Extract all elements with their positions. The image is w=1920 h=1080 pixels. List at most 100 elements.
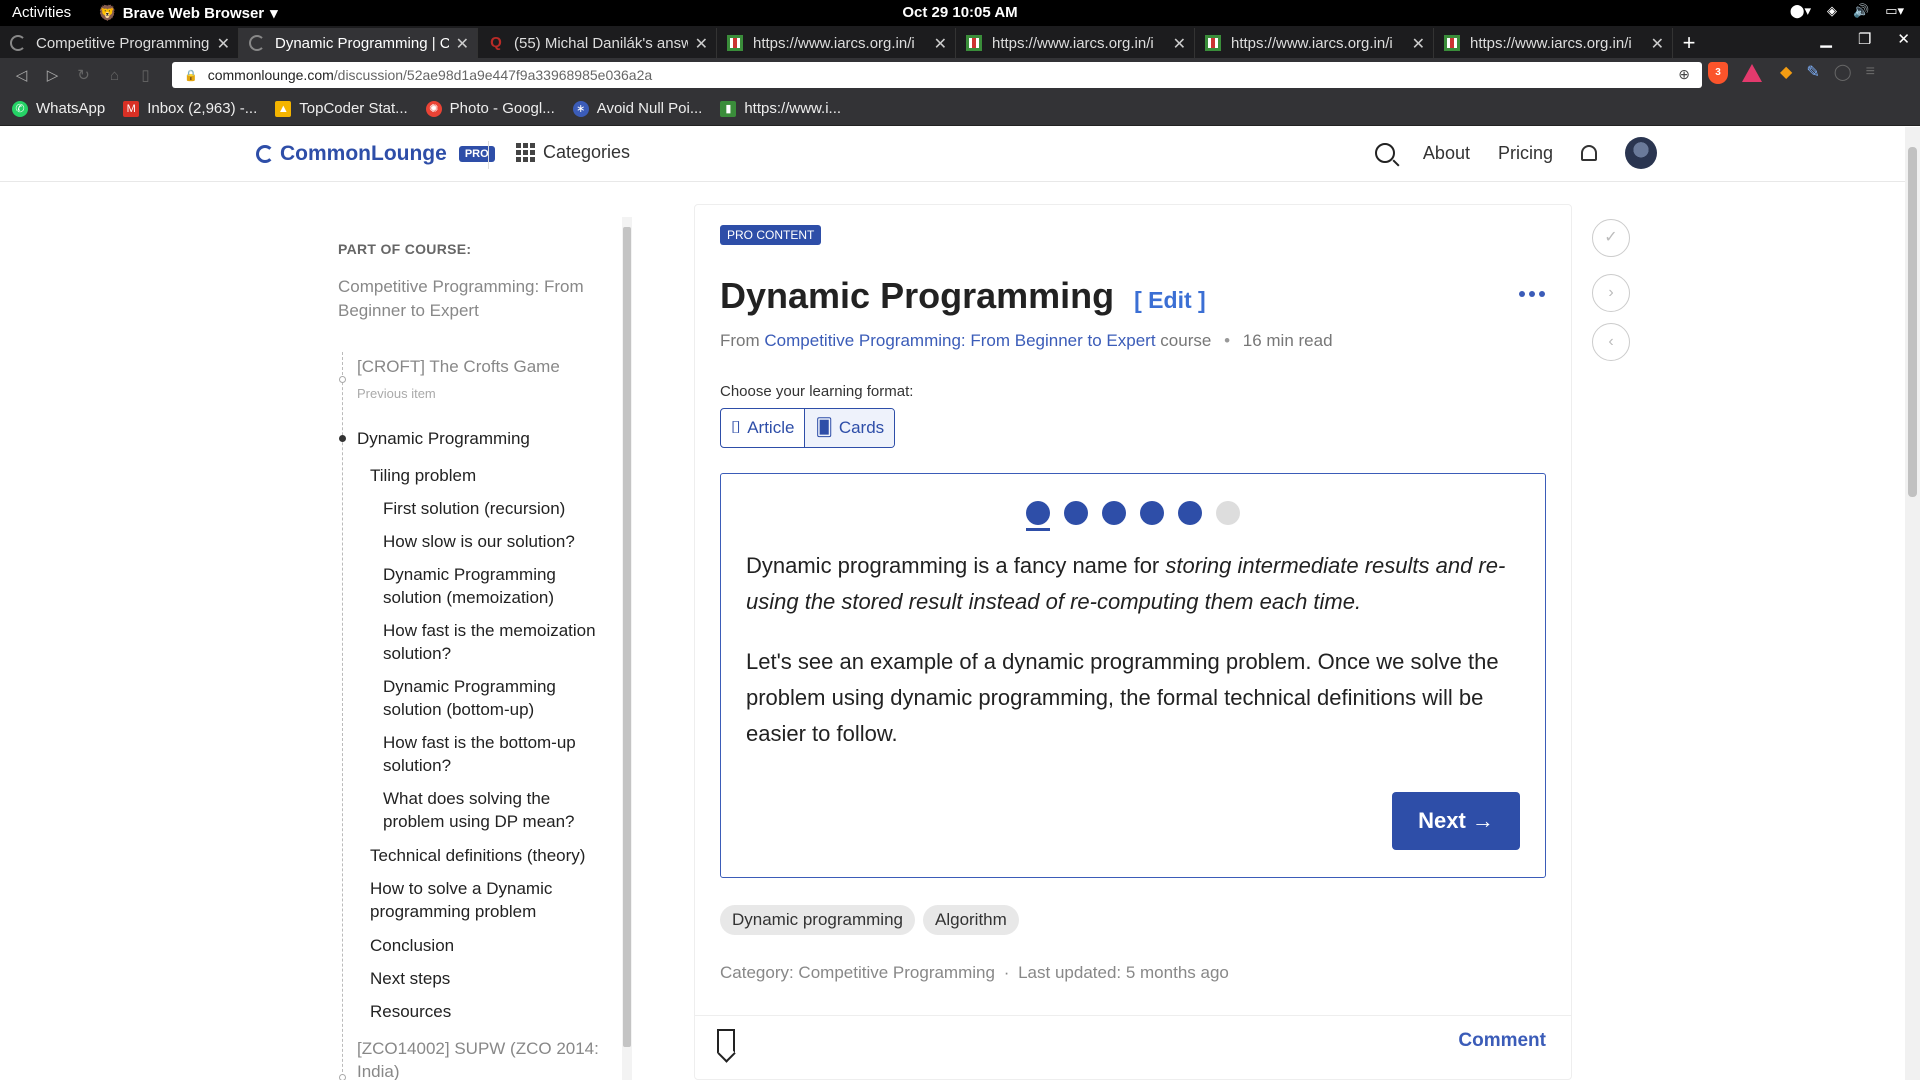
grid-icon [516, 143, 535, 162]
browser-tab[interactable]: https://www.iarcs.org.in/i ✕ [717, 28, 956, 58]
browser-tab[interactable]: https://www.iarcs.org.in/i ✕ [1195, 28, 1434, 58]
menu-icon[interactable]: ≡ [1866, 63, 1875, 81]
footer-divider [695, 1015, 1571, 1016]
format-cards-label: Cards [838, 418, 885, 437]
close-tab-icon[interactable]: ✕ [1412, 34, 1425, 54]
chevron-right-icon[interactable]: › [1592, 274, 1630, 312]
extension-icon[interactable]: ◆ [1780, 62, 1792, 82]
new-tab-button[interactable]: + [1673, 28, 1705, 58]
close-tab-icon[interactable]: ✕ [934, 34, 947, 54]
bookmark-item[interactable]: ✺ Photo - Googl... [425, 100, 555, 117]
sidebar-subsection[interactable]: Dynamic Programming solution (bottom-up) [383, 675, 598, 721]
check-icon[interactable]: ✓ [1592, 219, 1630, 257]
bookmark-item[interactable]: ✆ WhatsApp [12, 100, 105, 117]
sidebar-subsection[interactable]: How fast is the memoization solution? [383, 619, 598, 665]
close-tab-icon[interactable]: ✕ [1173, 34, 1186, 54]
next-item-link[interactable]: [ZCO14002] SUPW (ZCO 2014: India) [357, 1037, 607, 1080]
back-icon[interactable]: ◁ [6, 66, 37, 84]
bookmark-page-icon[interactable]: ▯ [130, 66, 161, 84]
progress-dot[interactable] [1102, 501, 1126, 525]
pricing-link[interactable]: Pricing [1498, 143, 1553, 164]
sidebar-section[interactable]: Resources [370, 1000, 451, 1023]
sidebar-section[interactable]: Tiling problem [370, 464, 476, 487]
categories-menu[interactable]: Categories [516, 142, 630, 163]
drive-icon: ▲ [275, 100, 292, 117]
format-article-button[interactable]: ⌷ Article [721, 409, 804, 447]
close-tab-icon[interactable]: ✕ [456, 34, 469, 54]
tag-chip[interactable]: Dynamic programming [720, 905, 915, 935]
sidebar-subsection[interactable]: How slow is our solution? [383, 530, 598, 553]
progress-dot[interactable] [1064, 501, 1088, 525]
next-button[interactable]: Next → [1392, 792, 1520, 850]
sidebar-scrollbar[interactable] [622, 217, 632, 1080]
course-link[interactable]: Competitive Programming: From Beginner t… [764, 331, 1155, 350]
bookmark-item[interactable]: ▮ https://www.i... [720, 100, 841, 117]
zoom-icon[interactable]: ⊕ [1678, 66, 1690, 83]
battery-icon: ▭▾ [1885, 3, 1904, 18]
avatar[interactable] [1625, 137, 1657, 169]
site-header: CommonLounge PRO Categories About Pricin… [0, 127, 1905, 182]
browser-tab[interactable]: Competitive Programming ✕ [0, 28, 239, 58]
sidebar-subsection[interactable]: How fast is the bottom-up solution? [383, 731, 598, 777]
sidebar-section[interactable]: How to solve a Dynamic programming probl… [370, 877, 585, 923]
progress-dot-current[interactable] [1026, 501, 1050, 531]
close-window-icon[interactable]: ✕ [1897, 30, 1910, 48]
bookmark-item[interactable]: ▲ TopCoder Stat... [275, 100, 408, 117]
bookmark-item[interactable]: ∗ Avoid Null Poi... [572, 100, 702, 117]
bookmark-item[interactable]: M Inbox (2,963) -... [123, 100, 257, 117]
bookmark-label: Inbox (2,963) -... [147, 100, 258, 117]
page-scrollbar[interactable] [1905, 127, 1920, 1080]
address-bar[interactable]: 🔒 commonlounge.com/discussion/52ae98d1a9… [172, 62, 1702, 88]
app-menu[interactable]: 🦁 Brave Web Browser ▾ [98, 4, 278, 23]
outline-dot-current [339, 435, 346, 442]
previous-item-link[interactable]: [CROFT] The Crofts Game Previous item [357, 355, 607, 405]
tag-chip[interactable]: Algorithm [923, 905, 1019, 935]
close-tab-icon[interactable]: ✕ [695, 34, 708, 54]
sidebar-scroll-thumb[interactable] [623, 227, 631, 1047]
close-tab-icon[interactable]: ✕ [1651, 34, 1664, 54]
current-item[interactable]: Dynamic Programming [357, 427, 530, 450]
page-title: Dynamic Programming [ Edit ] [720, 275, 1206, 317]
search-icon[interactable] [1374, 143, 1395, 163]
minimize-icon[interactable]: ▁ [1820, 30, 1832, 48]
browser-tab[interactable]: https://www.iarcs.org.in/i ✕ [956, 28, 1195, 58]
system-tray[interactable]: ⬤▾ ◈ 🔊 ▭▾ [1790, 3, 1904, 19]
activities-button[interactable]: Activities [12, 4, 71, 21]
forward-icon[interactable]: ▷ [37, 66, 68, 84]
chevron-left-icon[interactable]: ‹ [1592, 323, 1630, 361]
home-icon[interactable]: ⌂ [99, 67, 130, 84]
sidebar-section[interactable]: Next steps [370, 967, 450, 990]
sidebar-subsection[interactable]: What does solving the problem using DP m… [383, 787, 598, 833]
format-cards-button[interactable]: 🂠 Cards [804, 409, 895, 447]
brave-rewards-icon[interactable] [1742, 64, 1762, 82]
article-title-text: Dynamic Programming [720, 275, 1115, 316]
more-options-icon[interactable] [1519, 291, 1545, 297]
category-label[interactable]: Category: Competitive Programming [720, 963, 995, 982]
sidebar-section[interactable]: Technical definitions (theory) [370, 844, 600, 867]
sidebar-subsection[interactable]: Dynamic Programming solution (memoizatio… [383, 563, 598, 609]
profile-icon[interactable]: ◯ [1834, 62, 1852, 82]
progress-dot[interactable] [1140, 501, 1164, 525]
comment-link[interactable]: Comment [1458, 1030, 1546, 1052]
brave-shield-icon[interactable]: 3 [1708, 62, 1728, 84]
browser-tab[interactable]: Q (55) Michal Danilák's answ ✕ [478, 28, 717, 58]
category-line: Category: Competitive Programming · Last… [720, 963, 1229, 983]
restore-icon[interactable]: ❐ [1858, 30, 1871, 48]
bell-icon[interactable] [1581, 145, 1597, 161]
close-tab-icon[interactable]: ✕ [217, 34, 230, 54]
progress-dot-empty[interactable] [1216, 501, 1240, 525]
clock[interactable]: Oct 29 10:05 AM [902, 4, 1017, 21]
sidebar-subsection[interactable]: First solution (recursion) [383, 497, 598, 520]
progress-dot[interactable] [1178, 501, 1202, 525]
edit-link[interactable]: [ Edit ] [1134, 287, 1206, 313]
reload-icon[interactable]: ↻ [68, 66, 99, 84]
bookmark-icon[interactable] [717, 1029, 735, 1053]
page-scroll-thumb[interactable] [1908, 147, 1917, 497]
pen-extension-icon[interactable]: ✎ [1806, 62, 1819, 82]
browser-tab[interactable]: https://www.iarcs.org.in/i ✕ [1434, 28, 1673, 58]
course-title-link[interactable]: Competitive Programming: From Beginner t… [338, 275, 598, 323]
about-link[interactable]: About [1423, 143, 1470, 164]
sidebar-section[interactable]: Conclusion [370, 934, 454, 957]
browser-tab-active[interactable]: Dynamic Programming | Co ✕ [239, 28, 478, 58]
site-logo[interactable]: CommonLounge PRO [256, 142, 495, 166]
